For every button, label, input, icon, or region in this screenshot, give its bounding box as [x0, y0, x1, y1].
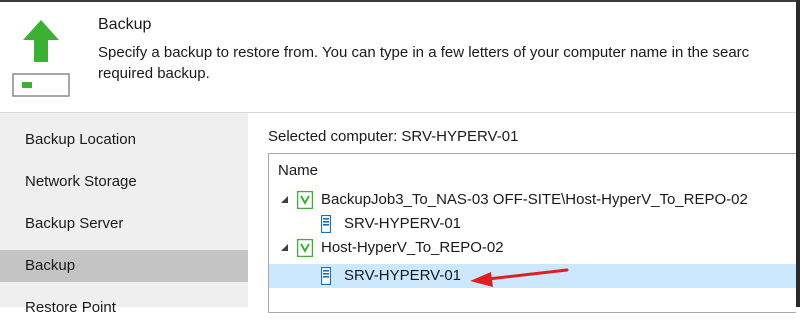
computer-icon: [321, 215, 331, 233]
backup-job-icon: [297, 239, 313, 257]
window-right-border: [796, 0, 800, 307]
tree-row-label: SRV-HYPERV-01: [344, 267, 462, 284]
tree-row-computer-selected[interactable]: SRV-HYPERV-01: [269, 264, 796, 288]
tree-row-job[interactable]: Host-HyperV_To_REPO-02: [269, 236, 796, 260]
wizard-steps-sidebar: Backup Location Network Storage Backup S…: [0, 113, 248, 316]
page-description: Specify a backup to restore from. You ca…: [98, 42, 796, 84]
tree-row-label: SRV-HYPERV-01: [344, 215, 462, 232]
sidebar-item-network-storage[interactable]: Network Storage: [0, 166, 248, 198]
backup-job-icon: [297, 191, 313, 209]
sidebar-item-restore-point[interactable]: Restore Point: [0, 292, 248, 324]
sidebar-item-backup[interactable]: Backup: [0, 250, 248, 282]
column-header-name[interactable]: Name: [278, 162, 318, 179]
computer-icon: [321, 267, 331, 285]
tree-row-computer[interactable]: SRV-HYPERV-01: [269, 212, 796, 236]
description-line-2: required backup.: [98, 65, 210, 82]
backup-selection-panel: Selected computer: SRV-HYPERV-01 Name Ba…: [248, 113, 796, 313]
restore-arrow-icon: [12, 20, 70, 97]
selected-computer-label: Selected computer: SRV-HYPERV-01: [268, 128, 519, 145]
description-line-1: Specify a backup to restore from. You ca…: [98, 44, 750, 61]
tree-row-job[interactable]: BackupJob3_To_NAS-03 OFF-SITE\Host-Hyper…: [269, 188, 796, 212]
expand-triangle-icon[interactable]: [281, 196, 288, 203]
sidebar-item-backup-location[interactable]: Backup Location: [0, 124, 248, 156]
tree-row-label: Host-HyperV_To_REPO-02: [321, 239, 504, 256]
wizard-header: Backup Specify a backup to restore from.…: [0, 2, 796, 112]
sidebar-item-backup-server[interactable]: Backup Server: [0, 208, 248, 240]
page-title: Backup: [98, 16, 152, 33]
expand-triangle-icon[interactable]: [281, 244, 288, 251]
backup-tree[interactable]: Name BackupJob3_To_NAS-03 OFF-SITE\Host-…: [268, 153, 796, 313]
tree-row-label: BackupJob3_To_NAS-03 OFF-SITE\Host-Hyper…: [321, 191, 748, 208]
